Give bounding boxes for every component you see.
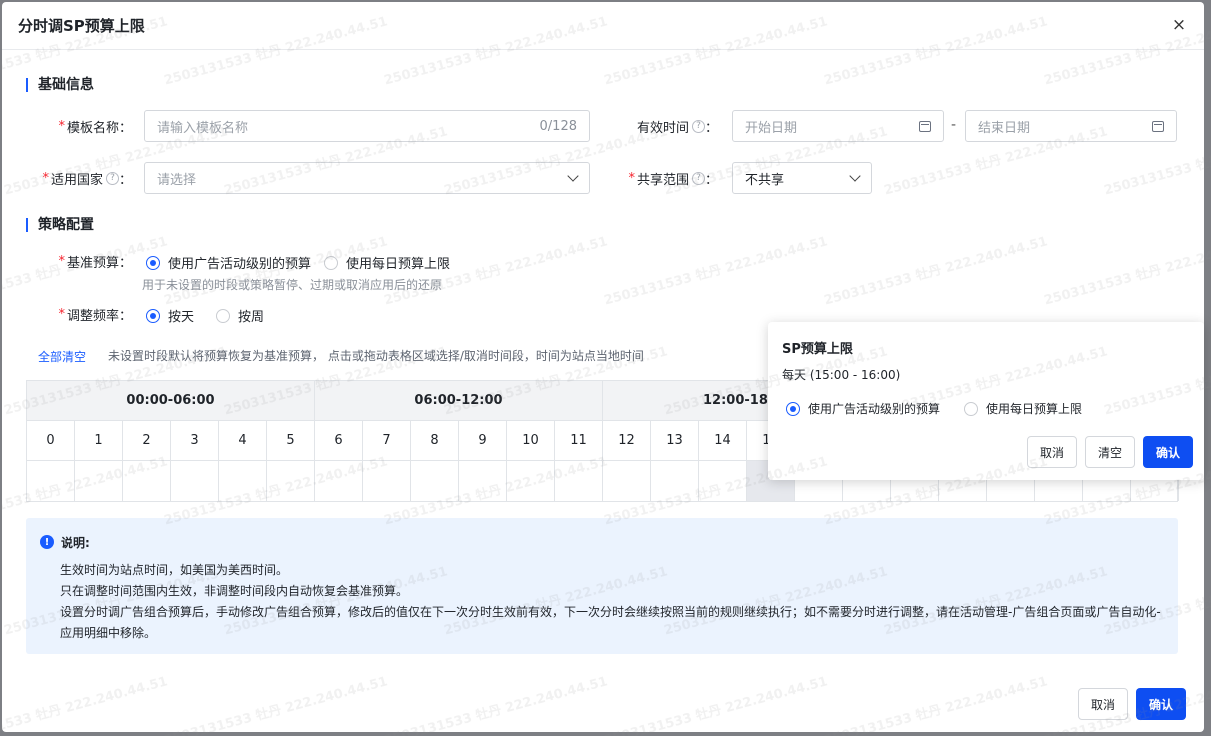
time-slot-cell[interactable] — [555, 461, 603, 501]
hour-header-cell: 6 — [315, 421, 363, 461]
help-icon[interactable]: ? — [691, 171, 705, 185]
schedule-hint: 未设置时段默认将预算恢复为基准预算， 点击或拖动表格区域选择/取消时间段，时间为… — [108, 349, 644, 363]
radio-unselected-icon — [964, 401, 978, 416]
share-scope-select[interactable]: 不共享 — [732, 162, 872, 194]
time-slot-cell[interactable] — [603, 461, 651, 501]
notice-line: 设置分时调广告组合预算后，手动修改广告组合预算，修改后的值仅在下一次分时生效前有… — [60, 605, 1161, 619]
time-slot-cell[interactable] — [123, 461, 171, 501]
calendar-icon — [919, 120, 931, 132]
dialog-title: 分时调SP预算上限 — [18, 17, 145, 35]
country-label: * 适用国家 ? ： — [42, 170, 132, 188]
popover-title: SP预算上限 — [782, 342, 853, 357]
hour-header-cell: 11 — [555, 421, 603, 461]
help-icon[interactable]: ? — [691, 119, 705, 133]
valid-time-label: 有效时间 ? ： — [636, 119, 718, 136]
section-title-strategy: 策略配置 — [26, 218, 94, 232]
base-budget-label: * 基准预算： — [58, 253, 132, 271]
time-slot-cell[interactable] — [699, 461, 747, 501]
cancel-button[interactable]: 取消 — [1078, 688, 1128, 720]
hour-header-cell: 9 — [459, 421, 507, 461]
time-slot-cell[interactable] — [507, 461, 555, 501]
popover-cancel-button[interactable]: 取消 — [1027, 436, 1077, 468]
radio-selected-icon — [146, 255, 160, 270]
char-counter: 0/128 — [539, 118, 577, 134]
dialog-header: 分时调SP预算上限 — [2, 2, 1204, 50]
hour-header-cell: 2 — [123, 421, 171, 461]
time-slot-cell[interactable] — [171, 461, 219, 501]
notice-line: 生效时间为站点时间，如美国为美西时间。 — [60, 563, 289, 577]
notice-title: 说明: — [61, 536, 90, 550]
time-slot-cell[interactable] — [363, 461, 411, 501]
radio-unselected-icon — [216, 308, 230, 323]
sp-budget-popover: SP预算上限 每天 (15:00 - 16:00) 使用广告活动级别的预算 使用… — [768, 322, 1204, 480]
confirm-button[interactable]: 确认 — [1136, 688, 1186, 720]
calendar-icon — [1152, 120, 1164, 132]
notice-panel: ! 说明: 生效时间为站点时间，如美国为美西时间。 只在调整时间范围内生效，非调… — [26, 518, 1178, 654]
grid-group-header: 00:00-06:00 — [27, 381, 315, 421]
clear-all-link[interactable]: 全部清空 — [38, 348, 86, 365]
adjust-frequency-label: * 调整频率： — [58, 306, 132, 324]
hour-header-cell: 7 — [363, 421, 411, 461]
time-slot-cell[interactable] — [411, 461, 459, 501]
time-slot-cell[interactable] — [219, 461, 267, 501]
radio-campaign-budget[interactable]: 使用广告活动级别的预算 — [146, 253, 311, 272]
start-date-input[interactable]: 开始日期 — [732, 110, 944, 142]
hour-header-cell: 13 — [651, 421, 699, 461]
notice-line: 应用明细中移除。 — [60, 626, 157, 640]
section-title-basic: 基础信息 — [26, 78, 94, 92]
popover-radio-daily-budget-cap[interactable]: 使用每日预算上限 — [964, 400, 1082, 417]
date-range-separator: - — [951, 117, 957, 133]
hour-header-cell: 5 — [267, 421, 315, 461]
radio-daily-budget-cap[interactable]: 使用每日预算上限 — [324, 253, 450, 272]
hour-header-cell: 3 — [171, 421, 219, 461]
help-icon[interactable]: ? — [105, 171, 119, 185]
hour-header-cell: 8 — [411, 421, 459, 461]
grid-group-header: 06:00-12:00 — [315, 381, 603, 421]
popover-confirm-button[interactable]: 确认 — [1143, 436, 1193, 468]
radio-daily[interactable]: 按天 — [146, 306, 194, 325]
template-name-placeholder: 请输入模板名称 — [157, 120, 249, 136]
chevron-down-icon — [567, 170, 579, 182]
end-date-input[interactable]: 结束日期 — [965, 110, 1177, 142]
template-name-input[interactable]: 请输入模板名称 0/128 — [144, 110, 590, 142]
time-slot-cell[interactable] — [459, 461, 507, 501]
time-slot-cell[interactable] — [315, 461, 363, 501]
base-budget-hint: 用于未设置的时段或策略暂停、过期或取消应用后的还原 — [142, 278, 443, 292]
hour-header-cell: 12 — [603, 421, 651, 461]
time-slot-cell[interactable] — [651, 461, 699, 501]
radio-selected-icon — [786, 401, 800, 416]
hour-header-cell: 1 — [75, 421, 123, 461]
hour-header-cell: 14 — [699, 421, 747, 461]
time-slot-cell[interactable] — [267, 461, 315, 501]
template-name-label: * 模板名称： — [58, 118, 132, 136]
radio-weekly[interactable]: 按周 — [216, 306, 264, 325]
popover-radio-campaign-budget[interactable]: 使用广告活动级别的预算 — [786, 400, 940, 417]
hour-header-cell: 0 — [27, 421, 75, 461]
notice-line: 只在调整时间范围内生效，非调整时间段内自动恢复会基准预算。 — [60, 584, 409, 598]
chevron-down-icon — [849, 170, 861, 182]
close-icon[interactable]: × — [1168, 14, 1190, 36]
popover-time-range: 每天 (15:00 - 16:00) — [782, 368, 901, 382]
info-icon: ! — [40, 535, 54, 549]
share-scope-label: * 共享范围 ? ： — [628, 170, 718, 188]
hour-header-cell: 10 — [507, 421, 555, 461]
popover-clear-button[interactable]: 清空 — [1085, 436, 1135, 468]
radio-unselected-icon — [324, 255, 338, 270]
time-slot-cell[interactable] — [27, 461, 75, 501]
radio-selected-icon — [146, 308, 160, 323]
hour-header-cell: 4 — [219, 421, 267, 461]
country-select[interactable]: 请选择 — [144, 162, 590, 194]
time-slot-cell[interactable] — [75, 461, 123, 501]
